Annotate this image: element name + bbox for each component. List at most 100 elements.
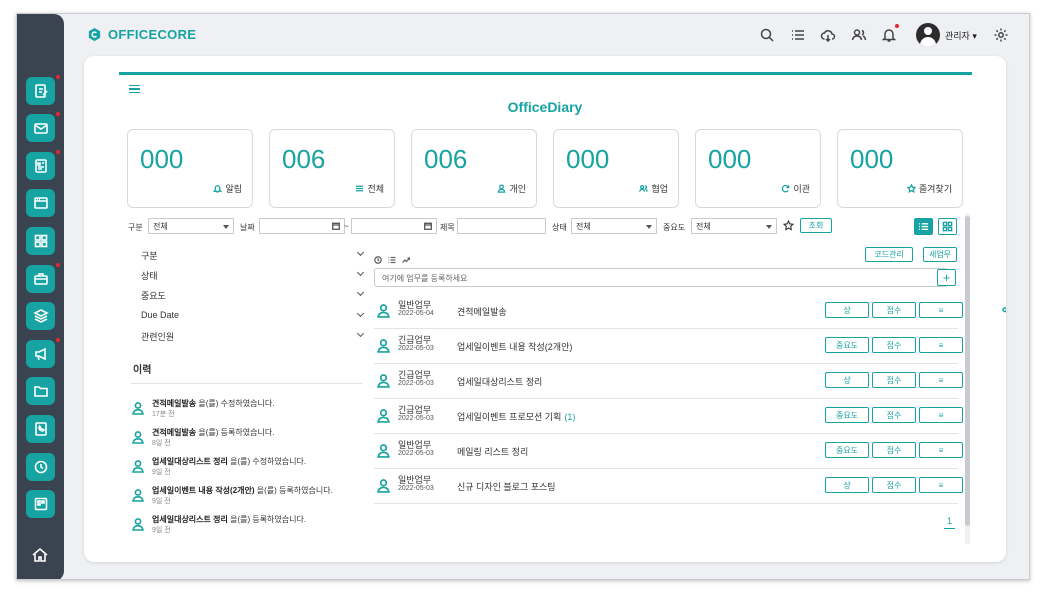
user-icon: [132, 518, 144, 531]
task-input[interactable]: 여기에 업무를 등록하세요: [374, 268, 948, 287]
history-item[interactable]: 업세일대상리스트 정리 을(를) 등록하였습니다. 9일 전: [131, 514, 371, 538]
filter-priority-select[interactable]: 전체: [691, 218, 777, 234]
sidebar-item-attendance[interactable]: [26, 453, 55, 481]
list-view-button[interactable]: [914, 218, 933, 235]
history-item[interactable]: 견적메일발송 을(를) 수정하였습니다. 17분 전: [131, 398, 371, 422]
task-priority-button[interactable]: 중요도: [825, 442, 869, 458]
sidebar-item-schedule[interactable]: [26, 152, 55, 180]
task-priority-button[interactable]: 상: [825, 302, 869, 318]
settings-button[interactable]: [993, 27, 1009, 43]
task-title[interactable]: 업세일이벤트 프로모션 기획 (1): [457, 410, 575, 423]
pagination-page[interactable]: 1: [944, 516, 956, 529]
trend-icon[interactable]: [402, 256, 410, 264]
filter-date-start[interactable]: [259, 218, 345, 234]
accordion-status[interactable]: 상태: [141, 268, 365, 282]
filter-category-select[interactable]: 전체: [148, 218, 234, 234]
menu-toggle[interactable]: [129, 85, 140, 93]
grid-view-button[interactable]: [938, 218, 957, 235]
sidebar-item-mail[interactable]: [26, 114, 55, 142]
task-menu-button[interactable]: ≡: [919, 407, 963, 423]
sidebar-item-kanban[interactable]: [26, 490, 55, 518]
accordion-category[interactable]: 구분: [141, 248, 365, 262]
task-title[interactable]: 견적메일발송: [457, 305, 510, 318]
task-status-button[interactable]: 접수: [872, 302, 916, 318]
task-status-button[interactable]: 접수: [872, 337, 916, 353]
filter-date-end[interactable]: [351, 218, 437, 234]
stat-card-collab[interactable]: 000 협업: [553, 129, 679, 208]
stat-label: 전체: [355, 182, 384, 195]
stat-card-transfer[interactable]: 000 이관: [695, 129, 821, 208]
stat-card-personal[interactable]: 006 개인: [411, 129, 537, 208]
new-task-button[interactable]: 새업무: [923, 247, 957, 262]
task-row[interactable]: 일반업무 2022-05-04 견적메일발송 상 접수 ≡: [374, 294, 1006, 329]
task-row[interactable]: 긴급업무 2022-05-03 업세일이벤트 프로모션 기획 (1) 중요도 접수 ≡: [374, 399, 963, 434]
users-button[interactable]: [851, 27, 867, 43]
sidebar-item-diary[interactable]: [26, 77, 55, 105]
task-status-button[interactable]: 접수: [872, 477, 916, 493]
accordion-priority[interactable]: 중요도: [141, 288, 365, 302]
download-button[interactable]: [820, 27, 836, 43]
task-priority-button[interactable]: 중요도: [825, 407, 869, 423]
task-menu-button[interactable]: ≡: [919, 302, 963, 318]
task-menu-button[interactable]: ≡: [919, 442, 963, 458]
scrollbar-thumb[interactable]: [965, 216, 970, 526]
history-item[interactable]: 업세일이벤트 내용 작성(2개안) 을(를) 등록하였습니다. 9일 전: [131, 485, 371, 509]
task-priority-button[interactable]: 상: [825, 372, 869, 388]
user-icon: [132, 460, 144, 473]
sidebar-item-notice[interactable]: [26, 340, 55, 368]
star-filter-icon[interactable]: [783, 220, 794, 231]
calendar-icon: [424, 222, 432, 230]
task-title[interactable]: 업세일이벤트 내용 작성(2개안): [457, 340, 575, 353]
accordion-due-date[interactable]: Due Date: [141, 309, 365, 320]
app-logo[interactable]: OFFICECORE: [87, 27, 196, 42]
stat-label: 개인: [497, 182, 526, 195]
sidebar-item-layers[interactable]: [26, 302, 55, 330]
stat-card-favorites[interactable]: 000 즐겨찾기: [837, 129, 963, 208]
add-task-button[interactable]: +: [937, 269, 956, 286]
sidebar-item-board[interactable]: [26, 189, 55, 217]
notification-dot: [895, 24, 899, 28]
sidebar-item-files[interactable]: [26, 377, 55, 405]
task-row[interactable]: 긴급업무 2022-05-03 업세일이벤트 내용 작성(2개안) 중요도 접수 ≡: [374, 329, 963, 364]
list-icon[interactable]: [388, 256, 396, 264]
link-icon[interactable]: [1002, 305, 1006, 315]
notifications-button[interactable]: [881, 27, 897, 43]
task-menu-button[interactable]: ≡: [919, 477, 963, 493]
task-row[interactable]: 일반업무 2022-05-03 신규 디자인 블로그 포스팅 상 접수 ≡: [374, 469, 963, 504]
clock-icon[interactable]: [374, 256, 382, 264]
history-text: 견적메일발송 을(를) 등록하였습니다.: [152, 427, 274, 438]
task-row[interactable]: 일반업무 2022-05-03 메일링 리스트 정리 중요도 접수 ≡: [374, 434, 963, 469]
filter-title-input[interactable]: [457, 218, 546, 234]
stat-card-all[interactable]: 006 전체: [269, 129, 395, 208]
task-menu-button[interactable]: ≡: [919, 337, 963, 353]
sidebar-item-apps[interactable]: [26, 227, 55, 255]
history-item-action: 을(를) 등록하였습니다.: [198, 428, 275, 437]
filter-status-select[interactable]: 전체: [571, 218, 657, 234]
task-menu-button[interactable]: ≡: [919, 372, 963, 388]
accordion-members[interactable]: 관련인원: [141, 329, 365, 343]
search-submit-button[interactable]: 조회: [800, 218, 832, 233]
stat-card-alerts[interactable]: 000 알림: [127, 129, 253, 208]
task-status-button[interactable]: 접수: [872, 442, 916, 458]
task-status-button[interactable]: 접수: [872, 372, 916, 388]
user-menu[interactable]: 관리자 ▾: [945, 29, 977, 42]
task-title[interactable]: 업세일대상리스트 정리: [457, 375, 545, 388]
task-priority-button[interactable]: 상: [825, 477, 869, 493]
task-title[interactable]: 신규 디자인 블로그 포스팅: [457, 480, 559, 493]
task-status-button[interactable]: 접수: [872, 407, 916, 423]
search-button[interactable]: [759, 27, 775, 43]
stat-label-text: 전체: [367, 184, 384, 194]
task-row[interactable]: 긴급업무 2022-05-03 업세일대상리스트 정리 상 접수 ≡: [374, 364, 963, 399]
history-item[interactable]: 업세일대상리스트 정리 을(를) 수정하였습니다. 9일 전: [131, 456, 371, 480]
task-title[interactable]: 메일링 리스트 정리: [457, 445, 531, 458]
code-manage-button[interactable]: 코드관리: [865, 247, 913, 262]
list-button[interactable]: [790, 27, 806, 43]
home-button[interactable]: [31, 546, 49, 564]
history-item[interactable]: 견적메일발송 을(를) 등록하였습니다. 8일 전: [131, 427, 371, 451]
page-title: OfficeDiary: [507, 99, 583, 115]
sidebar-item-work[interactable]: [26, 265, 55, 293]
task-priority-button[interactable]: 중요도: [825, 337, 869, 353]
avatar[interactable]: [916, 23, 940, 47]
history-item-time: 8일 전: [152, 440, 171, 447]
sidebar-item-contacts[interactable]: [26, 415, 55, 443]
